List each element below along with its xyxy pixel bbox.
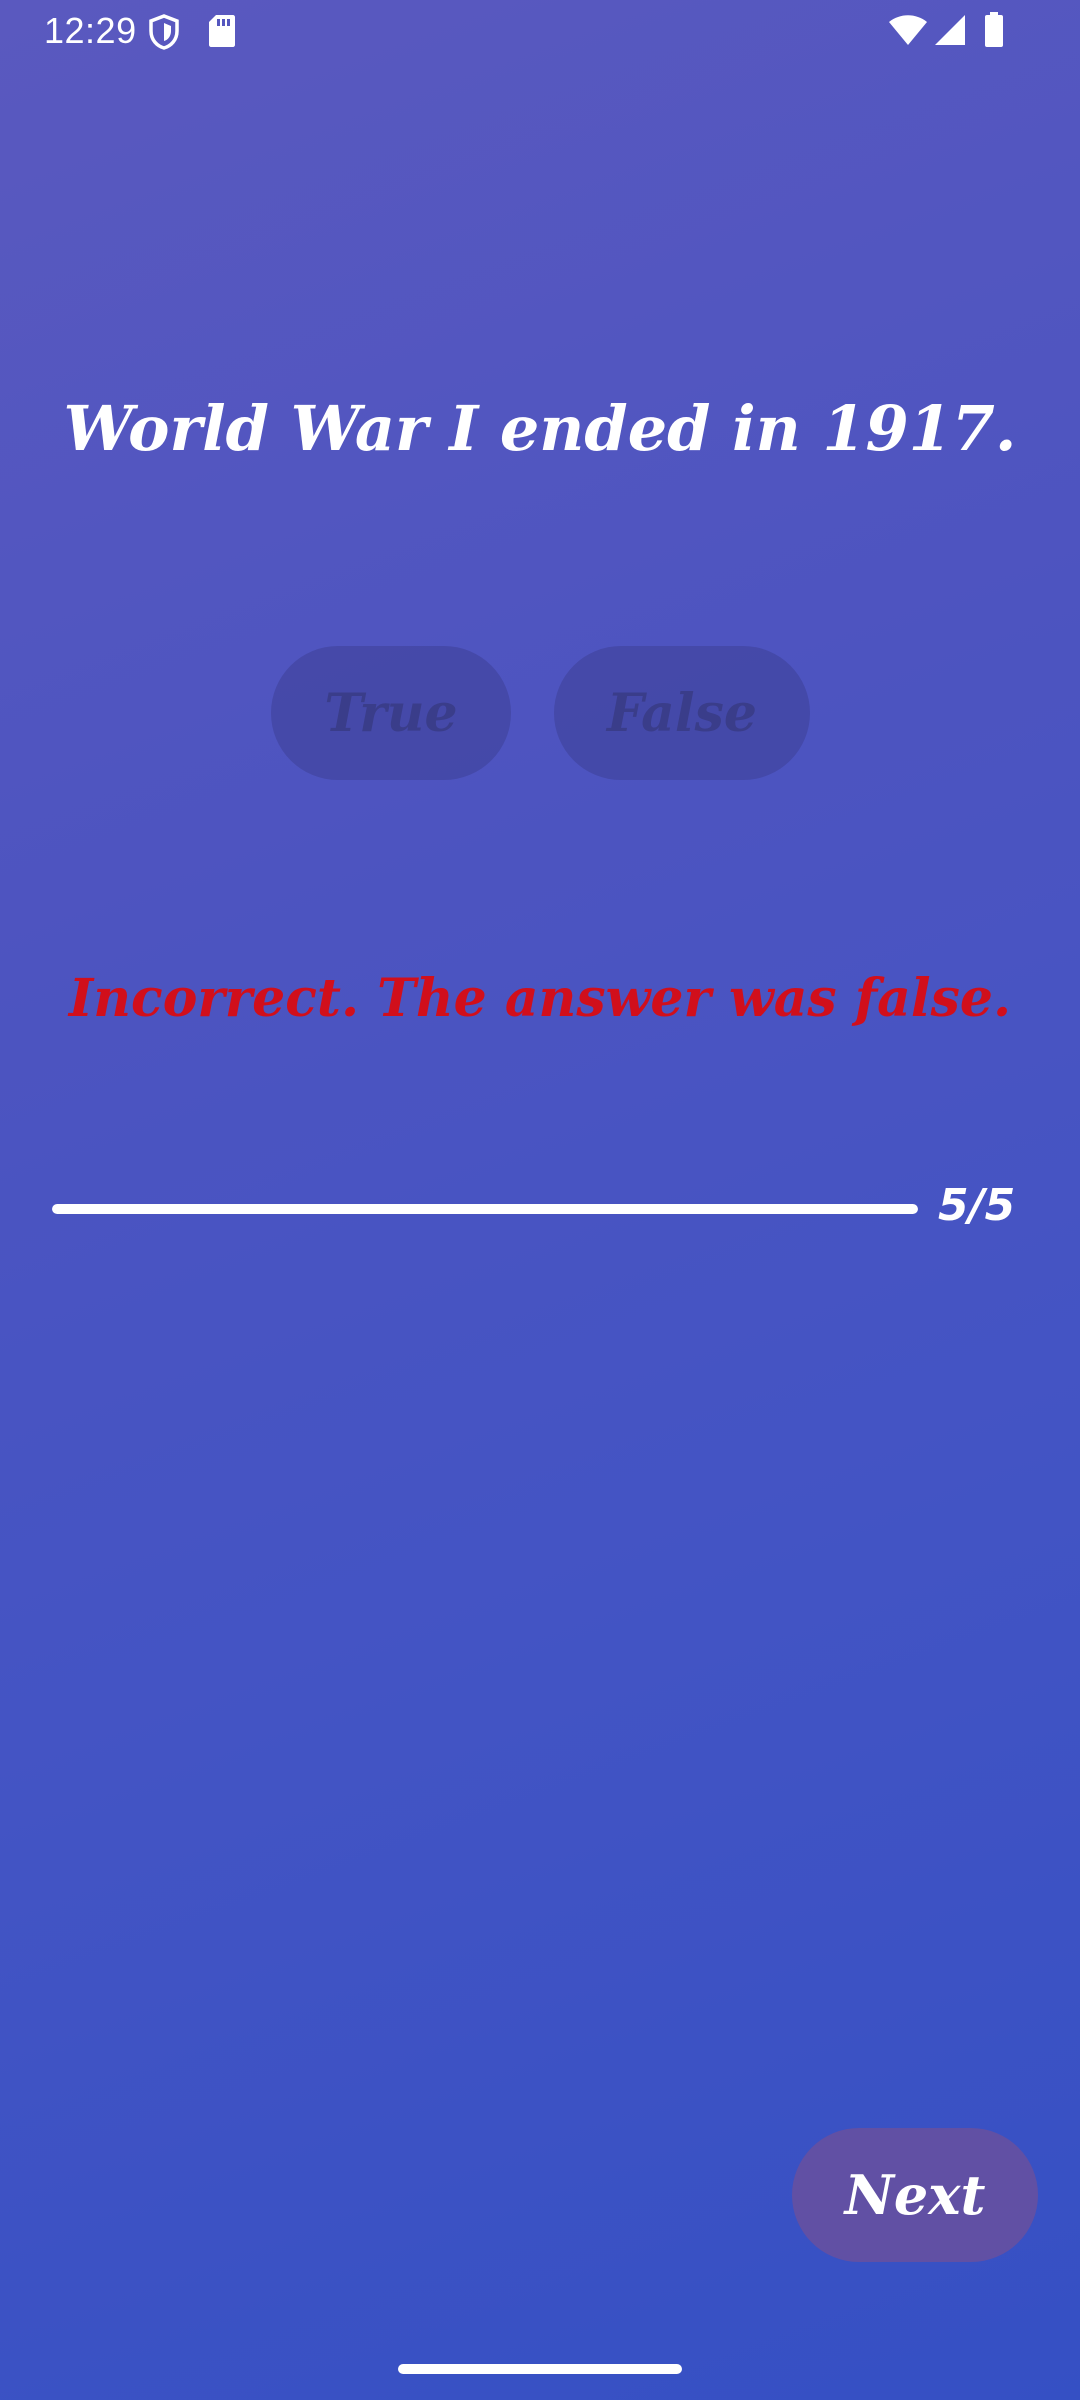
question-text: World War I ended in 1917. [63, 392, 1017, 465]
false-button[interactable]: False [554, 646, 810, 780]
status-time: 12:29 [44, 10, 137, 51]
shield-icon [148, 14, 180, 54]
home-indicator[interactable] [398, 2364, 682, 2374]
progress-bar [52, 1204, 918, 1214]
status-bar: 12:29 [0, 0, 1080, 64]
feedback-text: Incorrect. The answer was false. [68, 968, 1012, 1029]
battery-icon [984, 12, 1004, 52]
next-button[interactable]: Next [792, 2128, 1038, 2262]
sd-card-icon [208, 14, 236, 52]
progress-label: 5/5 [938, 1180, 1016, 1231]
true-button[interactable]: True [271, 646, 511, 780]
progress-fill [52, 1204, 918, 1214]
cell-signal-icon [934, 14, 966, 50]
wifi-icon [888, 14, 928, 50]
